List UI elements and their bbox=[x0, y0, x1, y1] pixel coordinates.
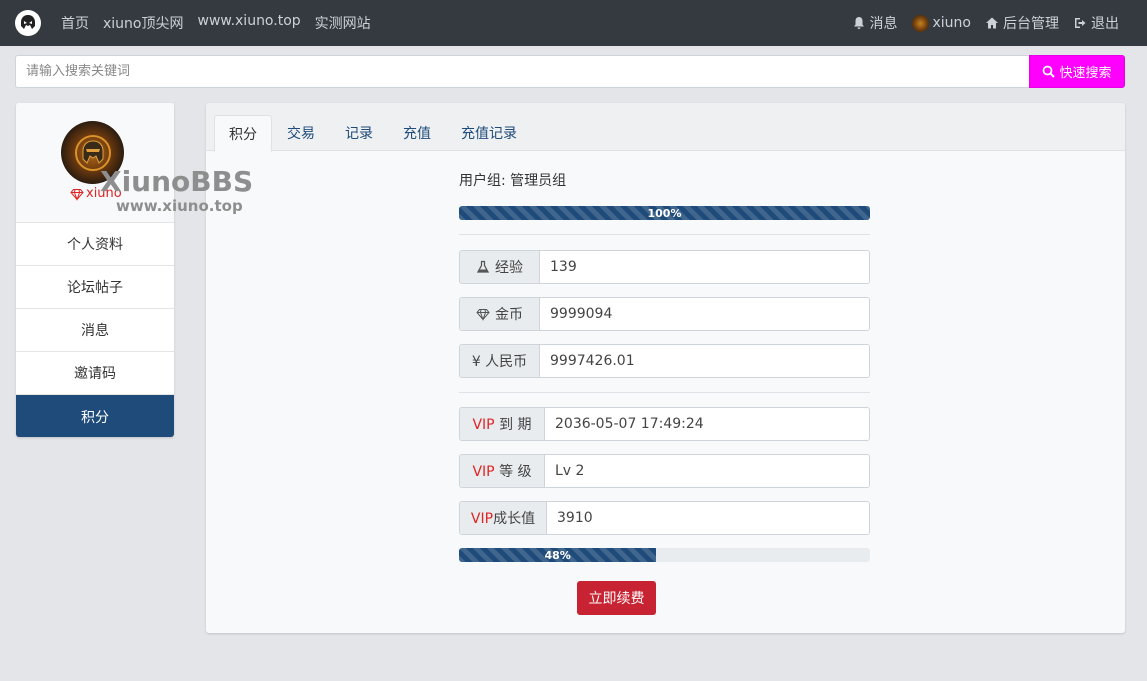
vip-level-value: Lv 2 bbox=[545, 455, 869, 487]
nav-username: xiuno bbox=[932, 15, 972, 31]
vip-growth-prefix: VIP bbox=[470, 511, 494, 527]
rmb-value: 9997426.01 bbox=[540, 345, 869, 377]
vip-level-label: VIP 等 级 bbox=[460, 455, 545, 487]
vip-level-label-text: 等 级 bbox=[494, 464, 532, 480]
vip-growth-value: 3910 bbox=[547, 502, 869, 534]
divider bbox=[459, 392, 870, 393]
divider bbox=[459, 234, 870, 235]
vip-progress: 48% bbox=[459, 548, 870, 562]
sidebar-item-profile[interactable]: 个人资料 bbox=[16, 223, 174, 266]
helmet-logo-icon bbox=[21, 15, 35, 29]
tab-recharge[interactable]: 充值 bbox=[389, 115, 445, 151]
renew-button[interactable]: 立即续费 bbox=[577, 581, 656, 615]
nav-logout-label: 退出 bbox=[1091, 16, 1119, 32]
sidebar-item-invite-code[interactable]: 邀请码 bbox=[16, 352, 174, 395]
vip-expire-prefix: VIP bbox=[472, 417, 495, 433]
tab-recharge-records[interactable]: 充值记录 bbox=[447, 115, 531, 151]
gold-label-text: 金币 bbox=[495, 307, 523, 323]
credits-content: 用户组: 管理员组 100% 经验 139 金币 9999094 ¥ 人民币 9… bbox=[459, 170, 870, 562]
tab-bar: 积分 交易 记录 充值 充值记录 bbox=[206, 103, 1125, 152]
sidebar-item-posts[interactable]: 论坛帖子 bbox=[16, 266, 174, 309]
nav-admin-label: 后台管理 bbox=[1003, 16, 1059, 32]
vip-expire-field: VIP 到 期 2036-05-07 17:49:24 bbox=[459, 407, 870, 441]
vip-level-prefix: VIP bbox=[472, 464, 495, 480]
diamond-icon bbox=[70, 188, 84, 201]
sidebar-item-credits[interactable]: 积分 bbox=[16, 395, 174, 437]
gold-value: 9999094 bbox=[540, 298, 869, 330]
tab-credits[interactable]: 积分 bbox=[214, 115, 272, 152]
search-icon bbox=[1043, 65, 1056, 78]
bell-icon bbox=[853, 17, 864, 29]
nav-home[interactable]: 首页 bbox=[61, 13, 89, 33]
exp-field: 经验 139 bbox=[459, 250, 870, 284]
nav-admin[interactable]: 后台管理 bbox=[985, 13, 1059, 33]
exp-label-text: 经验 bbox=[495, 260, 523, 276]
credits-panel: 积分 交易 记录 充值 充值记录 用户组: 管理员组 100% 经验 139 金… bbox=[206, 103, 1125, 633]
search-bar: 快速搜索 bbox=[15, 55, 1125, 88]
vip-expire-label-text: 到 期 bbox=[494, 417, 532, 433]
logo[interactable] bbox=[15, 10, 41, 36]
search-button-label: 快速搜索 bbox=[1059, 66, 1112, 81]
vip-growth-label-text: 成长值 bbox=[493, 511, 536, 527]
exp-label: 经验 bbox=[460, 251, 540, 283]
top-navbar: 首页 xiuno顶尖网 www.xiuno.top 实测网站 消息 xiuno … bbox=[0, 0, 1147, 46]
search-button[interactable]: 快速搜索 bbox=[1029, 55, 1125, 88]
helmet-avatar-icon bbox=[74, 134, 111, 171]
nav-logout[interactable]: 退出 bbox=[1073, 13, 1119, 33]
profile-card: xiuno bbox=[16, 103, 174, 223]
vip-progress-bar: 48% bbox=[459, 548, 657, 562]
usergroup-progress-bar: 100% bbox=[459, 206, 870, 220]
nav-user[interactable]: xiuno bbox=[911, 14, 972, 32]
nav-test-site[interactable]: 实测网站 bbox=[315, 13, 371, 33]
vip-level-field: VIP 等 级 Lv 2 bbox=[459, 454, 870, 488]
gold-label: 金币 bbox=[460, 298, 540, 330]
profile-username-label: xiuno bbox=[86, 186, 122, 201]
logout-icon bbox=[1075, 18, 1086, 28]
nav-xiuno-top[interactable]: xiuno顶尖网 bbox=[103, 13, 184, 33]
nav-xiuno-url[interactable]: www.xiuno.top bbox=[198, 13, 301, 33]
tab-trade[interactable]: 交易 bbox=[273, 115, 329, 151]
nav-messages[interactable]: 消息 bbox=[852, 13, 898, 33]
sidebar-item-messages[interactable]: 消息 bbox=[16, 309, 174, 352]
gold-field: 金币 9999094 bbox=[459, 297, 870, 331]
usergroup-progress: 100% bbox=[459, 206, 870, 220]
home-icon bbox=[986, 17, 998, 29]
rmb-field: ¥ 人民币 9997426.01 bbox=[459, 344, 870, 378]
exp-value: 139 bbox=[540, 251, 869, 283]
profile-username[interactable]: xiuno bbox=[70, 186, 122, 201]
usergroup-text: 用户组: 管理员组 bbox=[459, 173, 567, 189]
user-sidebar: xiuno 个人资料 论坛帖子 消息 邀请码 积分 bbox=[16, 103, 174, 437]
avatar[interactable] bbox=[61, 121, 124, 184]
vip-expire-value: 2036-05-07 17:49:24 bbox=[545, 408, 869, 440]
vip-expire-label: VIP 到 期 bbox=[460, 408, 545, 440]
flask-icon bbox=[476, 260, 490, 273]
diamond-icon bbox=[476, 309, 490, 321]
tab-records[interactable]: 记录 bbox=[331, 115, 387, 151]
vip-growth-field: VIP成长值 3910 bbox=[459, 501, 870, 535]
vip-growth-label: VIP成长值 bbox=[460, 502, 547, 534]
user-avatar-small bbox=[911, 14, 929, 32]
nav-messages-label: 消息 bbox=[869, 16, 898, 32]
search-input[interactable] bbox=[15, 55, 1029, 88]
rmb-label: ¥ 人民币 bbox=[460, 345, 540, 377]
